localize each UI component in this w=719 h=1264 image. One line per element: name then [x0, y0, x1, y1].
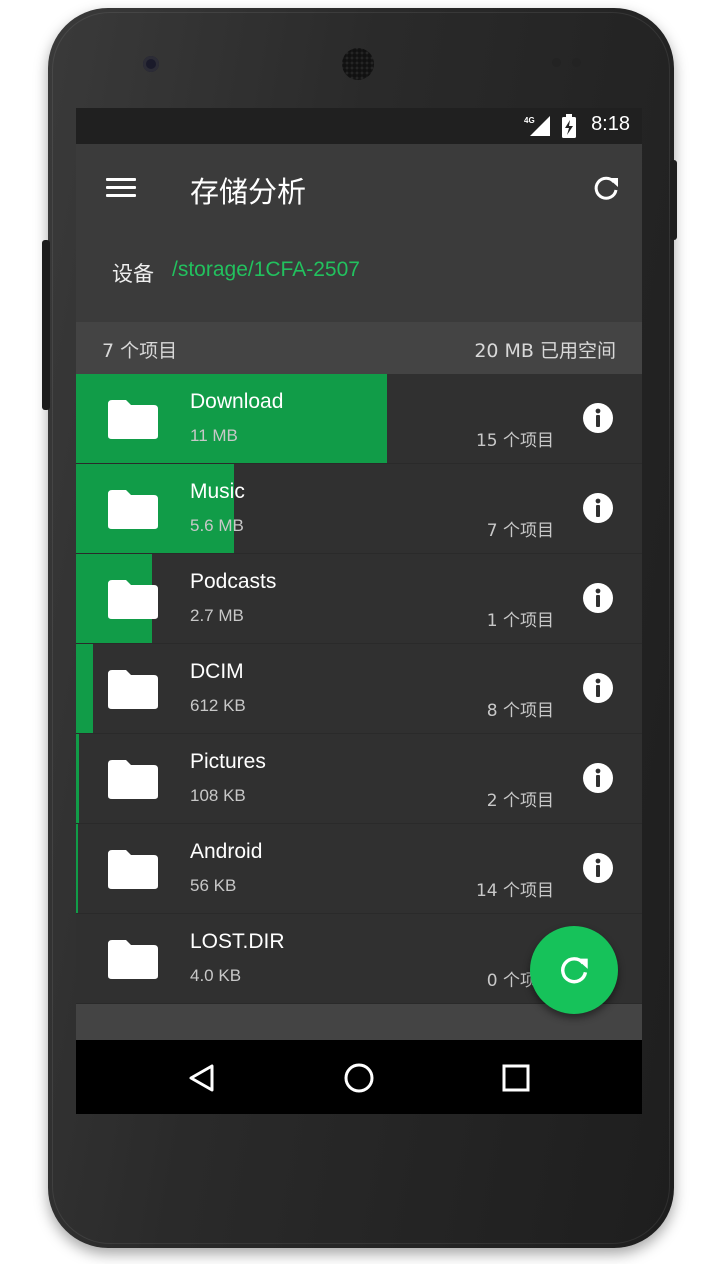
page-title: 存储分析	[190, 175, 307, 209]
folder-item-count: 15 个项目	[475, 431, 554, 451]
signal-4g-icon: 4G	[524, 116, 550, 136]
recents-icon[interactable]	[500, 1062, 532, 1094]
folder-item-count: 2 个项目	[486, 791, 554, 811]
folder-size: 11 MB	[190, 426, 238, 445]
battery-charging-icon	[562, 114, 576, 138]
summary-bar: 7 个项目 20 MB 已用空间	[76, 322, 642, 374]
folder-row[interactable]: Android 56 KB 14 个项目	[76, 824, 642, 914]
rescan-fab[interactable]	[530, 926, 618, 1014]
folder-list: Download 11 MB 15 个项目 Music 5.6 MB 7 个项目 Podca…	[76, 374, 642, 1004]
home-icon[interactable]	[343, 1062, 375, 1094]
folder-size: 5.6 MB	[190, 516, 244, 535]
folder-item-count: 1 个项目	[486, 611, 554, 631]
navigation-bar	[76, 1040, 642, 1114]
folder-name: Download	[190, 390, 284, 413]
light-sensor	[572, 58, 581, 67]
status-bar: 4G 8:18	[76, 108, 642, 144]
folder-size: 56 KB	[190, 876, 237, 895]
info-icon[interactable]	[582, 762, 614, 794]
usage-bar	[76, 824, 78, 913]
folder-icon	[106, 846, 160, 890]
folder-icon	[106, 486, 160, 530]
folder-row[interactable]: Download 11 MB 15 个项目	[76, 374, 642, 464]
app-bar: 存储分析	[76, 144, 642, 234]
screen: 4G 8:18 存储分析 设备 /storage/1CFA-2507 7 个项目…	[76, 108, 642, 1114]
folder-name: Music	[190, 480, 245, 503]
folder-icon	[106, 936, 160, 980]
folder-name: LOST.DIR	[190, 930, 285, 953]
info-icon[interactable]	[582, 582, 614, 614]
folder-item-count: 7 个项目	[486, 521, 554, 541]
network-type-label: 4G	[524, 116, 535, 125]
back-icon[interactable]	[186, 1062, 218, 1094]
folder-name: Pictures	[190, 750, 266, 773]
folder-name: DCIM	[190, 660, 244, 683]
info-icon[interactable]	[582, 492, 614, 524]
folder-item-count: 14 个项目	[475, 881, 554, 901]
volume-button	[42, 240, 50, 410]
used-space: 20 MB 已用空间	[474, 340, 616, 362]
folder-name: Podcasts	[190, 570, 277, 593]
info-icon[interactable]	[582, 852, 614, 884]
folder-icon	[106, 396, 160, 440]
folder-size: 2.7 MB	[190, 606, 244, 625]
path-bar: 设备 /storage/1CFA-2507	[76, 234, 642, 322]
folder-size: 108 KB	[190, 786, 246, 805]
refresh-icon	[561, 957, 588, 984]
status-time: 8:18	[591, 113, 630, 135]
info-icon[interactable]	[582, 672, 614, 704]
folder-icon	[106, 756, 160, 800]
usage-bar	[76, 644, 93, 733]
folder-name: Android	[190, 840, 263, 863]
folder-row[interactable]: Music 5.6 MB 7 个项目	[76, 464, 642, 554]
folder-item-count: 8 个项目	[486, 701, 554, 721]
folder-row[interactable]: DCIM 612 KB 8 个项目	[76, 644, 642, 734]
folder-icon	[106, 666, 160, 710]
folder-size: 4.0 KB	[190, 966, 242, 985]
refresh-icon[interactable]	[592, 174, 620, 202]
folder-row[interactable]: Podcasts 2.7 MB 1 个项目	[76, 554, 642, 644]
storage-location-label: 设备	[112, 262, 154, 286]
folder-icon	[106, 576, 160, 620]
power-button	[670, 160, 677, 240]
item-count: 7 个项目	[102, 340, 178, 362]
usage-bar	[76, 734, 79, 823]
earpiece-speaker	[342, 48, 374, 80]
front-camera	[143, 56, 159, 72]
menu-icon[interactable]	[106, 178, 136, 198]
storage-path[interactable]: /storage/1CFA-2507	[172, 258, 360, 282]
proximity-sensor	[552, 58, 561, 67]
info-icon[interactable]	[582, 402, 614, 434]
folder-size: 612 KB	[190, 696, 246, 715]
folder-row[interactable]: Pictures 108 KB 2 个项目	[76, 734, 642, 824]
